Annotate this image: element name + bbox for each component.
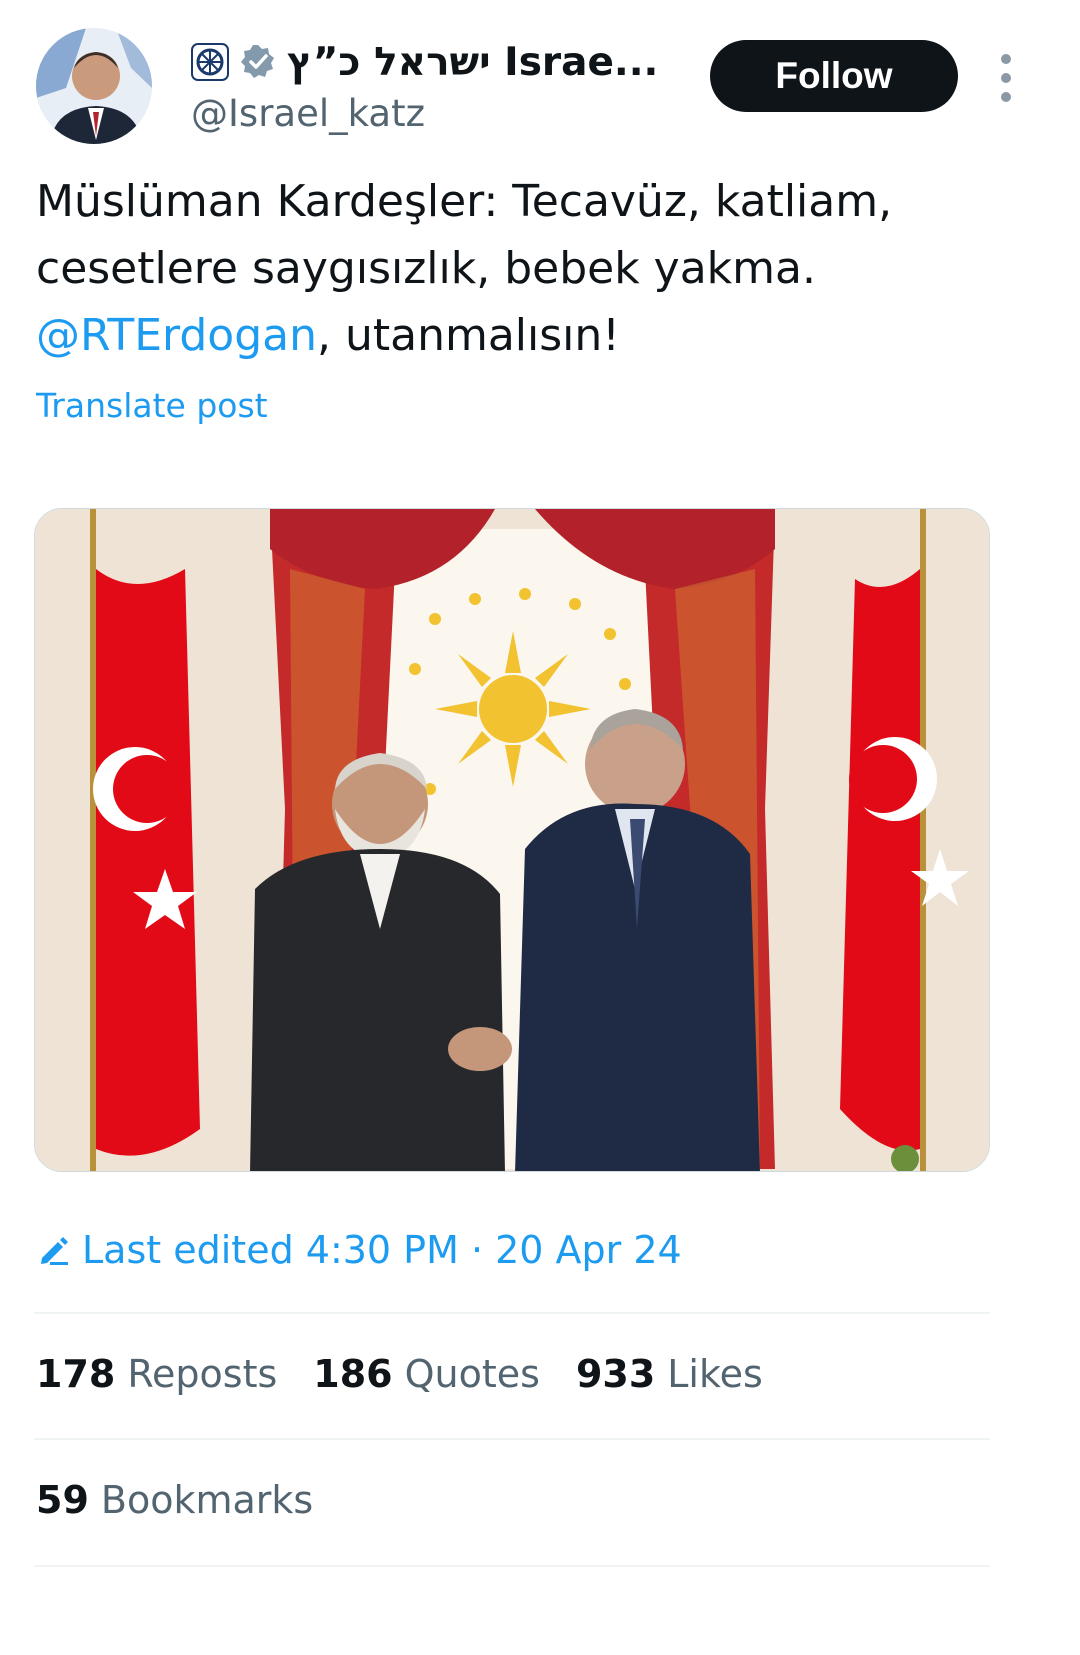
translate-post-link[interactable]: Translate post: [36, 386, 268, 425]
dot: [1001, 73, 1011, 83]
author-display-name[interactable]: ישראל כ”ץ Israe...: [287, 40, 658, 85]
tweet-text: Müslüman Kardeşler: Tecavüz, katliam, ce…: [36, 168, 1036, 369]
tweet-text-line: Müslüman Kardeşler: Tecavüz, katliam,: [36, 176, 893, 227]
follow-button[interactable]: Follow: [710, 40, 958, 112]
engagement-stats: 178 Reposts 186 Quotes 933 Likes: [36, 1352, 763, 1396]
likes-label: Likes: [667, 1352, 763, 1396]
quotes-stat[interactable]: 186 Quotes: [313, 1352, 540, 1396]
tweet-text-line: cesetlere saygısızlık, bebek yakma.: [36, 243, 816, 294]
tweet-header: ישראל כ”ץ Israe... @Israel_katz Follow: [36, 28, 1046, 148]
divider: [34, 1565, 990, 1567]
author-handle[interactable]: @Israel_katz: [191, 92, 711, 135]
tweet-text-line: @RTErdogan, utanmalısın!: [36, 302, 1036, 369]
likes-count: 933: [575, 1352, 656, 1396]
organization-badge-icon: [191, 43, 229, 81]
reposts-count: 178: [36, 1352, 116, 1396]
tweet-text-rest: , utanmalısın!: [317, 310, 620, 361]
likes-stat[interactable]: 933 Likes: [576, 1352, 763, 1396]
quotes-label: Quotes: [404, 1352, 540, 1396]
mention-link[interactable]: @RTErdogan: [36, 310, 317, 361]
reposts-label: Reposts: [127, 1352, 278, 1396]
bookmarks-stat[interactable]: 59 Bookmarks: [36, 1478, 313, 1522]
last-edited-text[interactable]: Last edited 4:30 PM · 20 Apr 24: [82, 1228, 682, 1272]
pencil-icon: [41, 1237, 68, 1265]
bookmarks-label: Bookmarks: [100, 1478, 314, 1522]
display-name-row[interactable]: ישראל כ”ץ Israe...: [191, 38, 711, 86]
divider: [34, 1312, 990, 1314]
quotes-count: 186: [313, 1352, 393, 1396]
dot: [1001, 54, 1011, 64]
author-names: ישראל כ”ץ Israe... @Israel_katz: [191, 38, 711, 135]
divider: [34, 1438, 990, 1440]
bookmarks-count: 59: [36, 1478, 89, 1522]
more-options-icon[interactable]: [986, 48, 1026, 108]
verified-badge-icon: [241, 45, 274, 78]
reposts-stat[interactable]: 178 Reposts: [36, 1352, 277, 1396]
dot: [1001, 92, 1011, 102]
author-avatar[interactable]: [36, 28, 152, 144]
photo-illustration: [35, 509, 989, 1171]
tweet-photo[interactable]: [34, 508, 990, 1172]
last-edited-info[interactable]: Last edited 4:30 PM · 20 Apr 24: [36, 1228, 682, 1272]
